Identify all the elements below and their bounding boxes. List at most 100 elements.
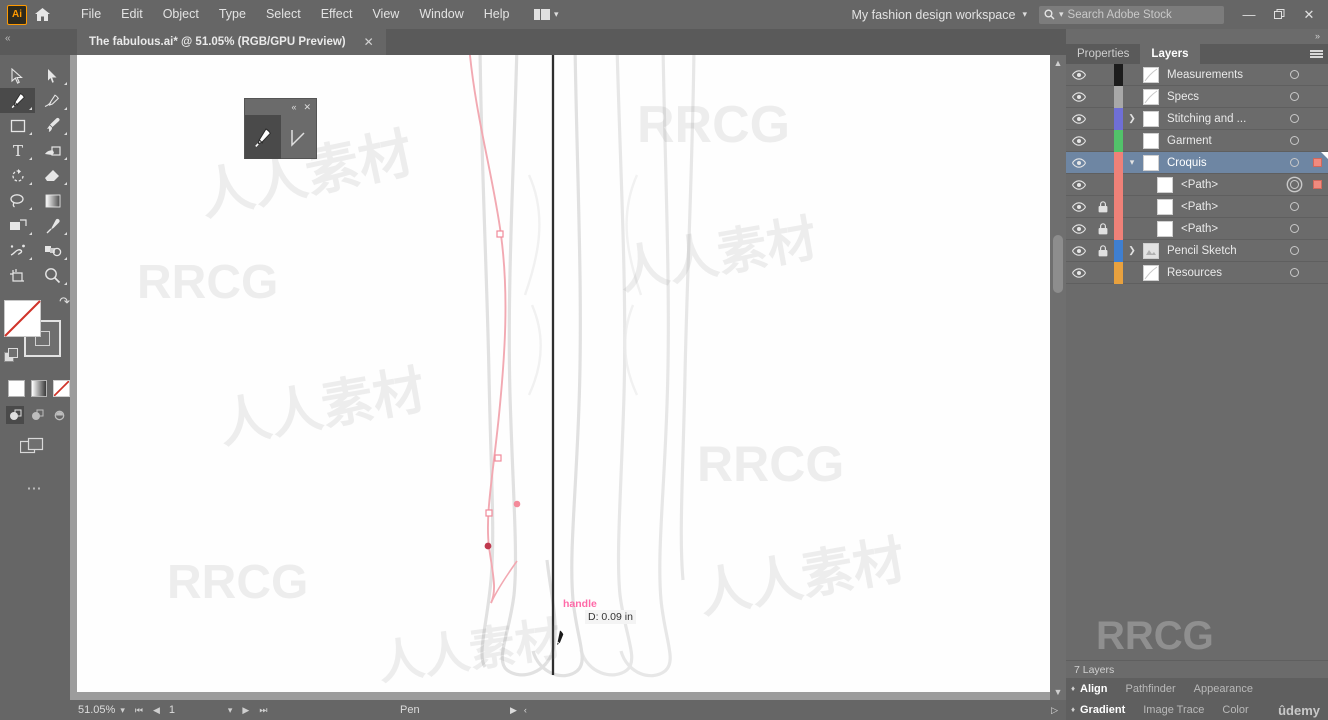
layer-row[interactable]: <Path> [1066, 195, 1328, 218]
curvature-tool[interactable] [35, 88, 70, 113]
nav-back-icon[interactable]: ‹ [524, 705, 527, 716]
zoom-level-field[interactable]: 51.05% [78, 704, 115, 716]
nav-forward-icon[interactable]: ▷ [1051, 705, 1058, 716]
layer-name[interactable]: <Path> [1173, 223, 1282, 235]
swap-fill-stroke-icon[interactable]: ↷ [59, 294, 70, 310]
target-indicator[interactable] [1282, 70, 1306, 79]
none-mode-button[interactable] [53, 380, 70, 397]
layer-name[interactable]: <Path> [1173, 179, 1282, 191]
visibility-eye-icon[interactable] [1066, 179, 1092, 190]
menu-item-file[interactable]: File [71, 0, 111, 29]
layer-row[interactable]: ▾ Croquis [1066, 151, 1328, 174]
menu-item-help[interactable]: Help [474, 0, 520, 29]
dock-item-align[interactable]: Align [1080, 683, 1126, 695]
restore-button[interactable] [1264, 0, 1294, 29]
chevron-down-icon[interactable]: ▾ [115, 705, 130, 716]
target-indicator[interactable] [1282, 114, 1306, 123]
target-indicator[interactable] [1282, 202, 1306, 211]
floating-pen-toolbar[interactable]: « ✕ [244, 98, 317, 159]
page-number-field[interactable]: 1 [165, 704, 223, 716]
layer-name[interactable]: Pencil Sketch [1159, 245, 1282, 257]
target-indicator[interactable] [1282, 180, 1306, 189]
layer-row[interactable]: Measurements [1066, 63, 1328, 86]
gradient-mode-button[interactable] [30, 380, 47, 397]
visibility-eye-icon[interactable] [1066, 157, 1092, 168]
chevron-right-icon[interactable]: ❯ [1123, 113, 1141, 124]
tab-layers[interactable]: Layers [1140, 44, 1200, 64]
canvas-area[interactable]: handle D: 0.09 in 人人素材 RRCG 人人素材 RRCG 人人… [70, 55, 1066, 700]
layer-name[interactable]: Resources [1159, 267, 1282, 279]
close-button[interactable]: ✕ [1294, 0, 1324, 29]
layer-row[interactable]: Specs [1066, 85, 1328, 108]
visibility-eye-icon[interactable] [1066, 267, 1092, 278]
free-transform-tool[interactable] [0, 213, 35, 238]
dock-item-appearance[interactable]: Appearance [1194, 683, 1271, 695]
pen-tool[interactable] [0, 88, 35, 113]
menu-item-select[interactable]: Select [256, 0, 311, 29]
zoom-tool[interactable] [35, 263, 70, 288]
selection-indicator[interactable] [1306, 180, 1328, 189]
gradient-tool[interactable] [35, 188, 70, 213]
symbol-sprayer-tool[interactable] [0, 238, 35, 263]
layer-name[interactable]: Measurements [1159, 69, 1282, 81]
target-indicator[interactable] [1282, 268, 1306, 277]
layer-row[interactable]: ❯ Pencil Sketch [1066, 239, 1328, 262]
dock-item-gradient[interactable]: Gradient [1080, 704, 1143, 716]
scroll-down-icon[interactable]: ▼ [1050, 684, 1066, 700]
visibility-eye-icon[interactable] [1066, 69, 1092, 80]
visibility-eye-icon[interactable] [1066, 245, 1092, 256]
menu-item-object[interactable]: Object [153, 0, 209, 29]
default-fill-stroke-icon[interactable] [4, 348, 19, 366]
close-icon[interactable]: ✕ [303, 102, 311, 113]
visibility-eye-icon[interactable] [1066, 223, 1092, 234]
target-indicator[interactable] [1282, 136, 1306, 145]
type-tool[interactable]: T [0, 138, 35, 163]
fill-swatch[interactable] [4, 300, 41, 337]
menu-item-edit[interactable]: Edit [111, 0, 153, 29]
expand-panels-icon[interactable]: » [1315, 31, 1320, 41]
chevron-down-icon[interactable]: ▾ [223, 705, 238, 716]
menu-item-effect[interactable]: Effect [311, 0, 363, 29]
canvas-vertical-scrollbar[interactable]: ▲ ▼ [1050, 55, 1066, 700]
selection-indicator[interactable] [1306, 158, 1328, 167]
dock-item-image-trace[interactable]: Image Trace [1143, 704, 1222, 716]
floating-anchor-point-tool[interactable] [281, 115, 317, 159]
draw-behind-button[interactable] [28, 406, 46, 424]
target-indicator[interactable] [1282, 224, 1306, 233]
nav-forward-icon[interactable]: ▶ [510, 705, 517, 716]
collapse-panel-icon[interactable]: « [5, 33, 11, 44]
collapse-icon[interactable]: « [291, 102, 296, 112]
scroll-up-icon[interactable]: ▲ [1050, 55, 1066, 71]
lock-icon[interactable] [1092, 200, 1114, 213]
visibility-eye-icon[interactable] [1066, 91, 1092, 102]
direct-selection-tool[interactable] [35, 63, 70, 88]
target-indicator[interactable] [1282, 92, 1306, 101]
next-page-icon[interactable]: ▶ [237, 705, 254, 716]
arrange-documents-icon[interactable]: ▾ [533, 9, 559, 20]
lock-icon[interactable] [1092, 222, 1114, 235]
layer-name[interactable]: Croquis [1159, 157, 1282, 169]
color-mode-button[interactable] [8, 380, 25, 397]
panel-menu-icon[interactable] [1304, 44, 1328, 64]
rotate-tool[interactable] [0, 163, 35, 188]
dock-grip-icon[interactable]: ♦ [1066, 684, 1080, 693]
scrollbar-thumb[interactable] [1053, 235, 1063, 293]
layer-name[interactable]: Garment [1159, 135, 1282, 147]
close-icon[interactable]: ✕ [364, 35, 374, 49]
last-page-icon[interactable]: ⏭ [254, 705, 272, 716]
layer-name[interactable]: Stitching and ... [1159, 113, 1282, 125]
chevron-down-icon[interactable]: ▾ [1123, 157, 1141, 168]
home-icon[interactable] [27, 0, 57, 29]
tab-properties[interactable]: Properties [1066, 44, 1140, 64]
draw-normal-button[interactable] [6, 406, 24, 424]
prev-page-icon[interactable]: ◀ [148, 705, 165, 716]
layer-row[interactable]: Resources [1066, 261, 1328, 284]
menu-item-window[interactable]: Window [409, 0, 473, 29]
dock-grip-icon[interactable]: ♦ [1066, 705, 1080, 714]
draw-inside-button[interactable] [50, 406, 68, 424]
layer-row[interactable]: <Path> [1066, 173, 1328, 196]
selection-tool[interactable] [0, 63, 35, 88]
column-graph-tool[interactable] [35, 238, 70, 263]
artboard[interactable]: handle D: 0.09 in 人人素材 RRCG 人人素材 RRCG 人人… [77, 55, 1052, 692]
layer-row[interactable]: ❯ Stitching and ... [1066, 107, 1328, 130]
